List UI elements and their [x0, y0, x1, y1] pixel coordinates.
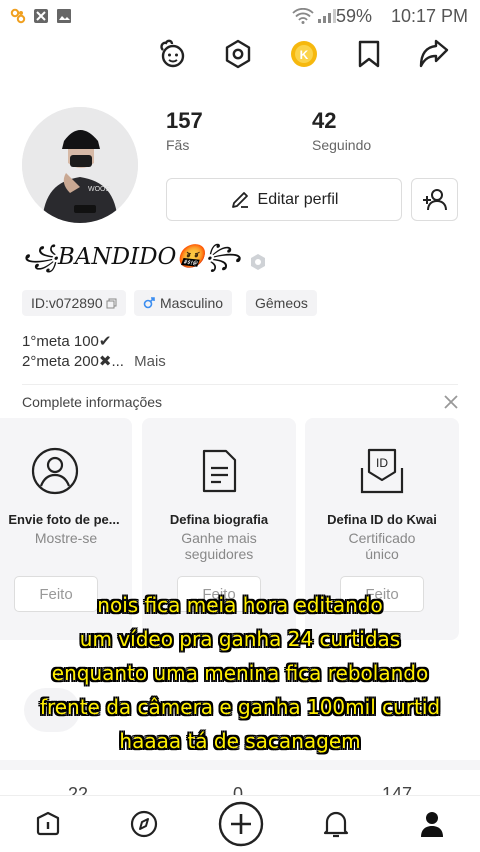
bio-more-link[interactable]: Mais — [134, 353, 166, 370]
divider — [22, 384, 458, 385]
home-icon[interactable] — [28, 804, 68, 844]
gender-tag-text: Masculino — [160, 295, 224, 311]
zodiac-tag-text: Gêmeos — [255, 295, 308, 311]
signal-icon — [317, 8, 337, 24]
id-card-icon: ID — [357, 446, 407, 496]
hexagon-settings-icon[interactable] — [220, 36, 256, 72]
share-icon[interactable] — [416, 36, 452, 72]
close-icon[interactable] — [440, 391, 462, 413]
bio-line-2: 2°meta 200✖... Mais — [22, 352, 166, 370]
coin-icon[interactable]: K — [286, 36, 322, 72]
card-title: Defina ID do Kwai — [327, 512, 437, 527]
bio-line-2-text: 2°meta 200✖... — [22, 353, 124, 370]
zodiac-tag[interactable]: Gêmeos — [246, 290, 317, 316]
add-friend-button[interactable] — [411, 178, 458, 221]
card-subtitle: Mostre-se — [34, 530, 98, 546]
document-icon — [194, 446, 244, 496]
person-icon — [30, 446, 80, 496]
app-icon-2 — [33, 8, 49, 24]
svg-text:K: K — [300, 48, 309, 62]
username-text: ꧁BANDIDO🤬꧂ — [22, 243, 241, 270]
svg-text:ID: ID — [376, 456, 388, 470]
following-count[interactable]: 42 — [312, 108, 336, 134]
status-bar: 59% 10:17 PM — [0, 0, 480, 34]
bookmark-icon[interactable] — [351, 36, 387, 72]
image-icon — [56, 8, 72, 24]
followers-label[interactable]: Fãs — [166, 137, 189, 153]
battery-level: 59% — [335, 6, 372, 26]
copy-icon[interactable] — [106, 298, 117, 309]
caption-line-5: haaaa tá de sacanagem — [119, 729, 361, 753]
face-sticker-icon[interactable] — [154, 36, 190, 72]
avatar[interactable]: WOOS — [22, 107, 138, 223]
username: ꧁BANDIDO🤬꧂ — [22, 244, 267, 280]
id-tag-text: ID:v072890 — [31, 295, 103, 311]
clock: 10:17 PM — [390, 6, 468, 26]
caption-line-4: frente da câmera e ganha 100mil curtid — [39, 695, 441, 719]
section-separator — [0, 760, 480, 770]
edit-profile-button[interactable]: Editar perfil — [166, 178, 402, 221]
caption-line-2: um vídeo pra ganha 24 curtidas — [79, 627, 401, 651]
following-label[interactable]: Seguindo — [312, 137, 371, 153]
pencil-icon — [230, 190, 250, 210]
male-icon — [143, 297, 155, 309]
card-title: Defina biografia — [169, 512, 269, 527]
gender-tag[interactable]: Masculino — [134, 290, 233, 316]
id-tag[interactable]: ID:v072890 — [22, 290, 126, 316]
create-plus-icon[interactable] — [218, 801, 264, 847]
wifi-icon — [292, 7, 314, 24]
svg-text:WOOS: WOOS — [88, 186, 110, 193]
notifications-bell-icon[interactable] — [316, 804, 356, 844]
add-person-icon — [422, 188, 448, 212]
discover-icon[interactable] — [124, 804, 164, 844]
complete-info-title: Complete informações — [22, 394, 163, 410]
video-caption-overlay: nois fica meia hora editando um vídeo pr… — [0, 588, 480, 758]
card-subtitle: Certificado único — [348, 530, 416, 562]
edit-profile-label: Editar perfil — [257, 190, 339, 208]
verified-badge-icon — [249, 253, 267, 271]
bottom-nav — [0, 795, 480, 852]
profile-icon[interactable] — [412, 804, 452, 844]
followers-count[interactable]: 157 — [166, 108, 203, 134]
card-subtitle: Ganhe mais seguidores — [181, 530, 257, 562]
bio-line-1: 1°meta 100✔ — [22, 333, 112, 350]
caption-line-1: nois fica meia hora editando — [97, 593, 383, 617]
caption-line-3: enquanto uma menina fica rebolando — [51, 661, 429, 685]
card-title: Envie foto de pe... — [8, 512, 120, 527]
app-icon — [10, 8, 26, 24]
